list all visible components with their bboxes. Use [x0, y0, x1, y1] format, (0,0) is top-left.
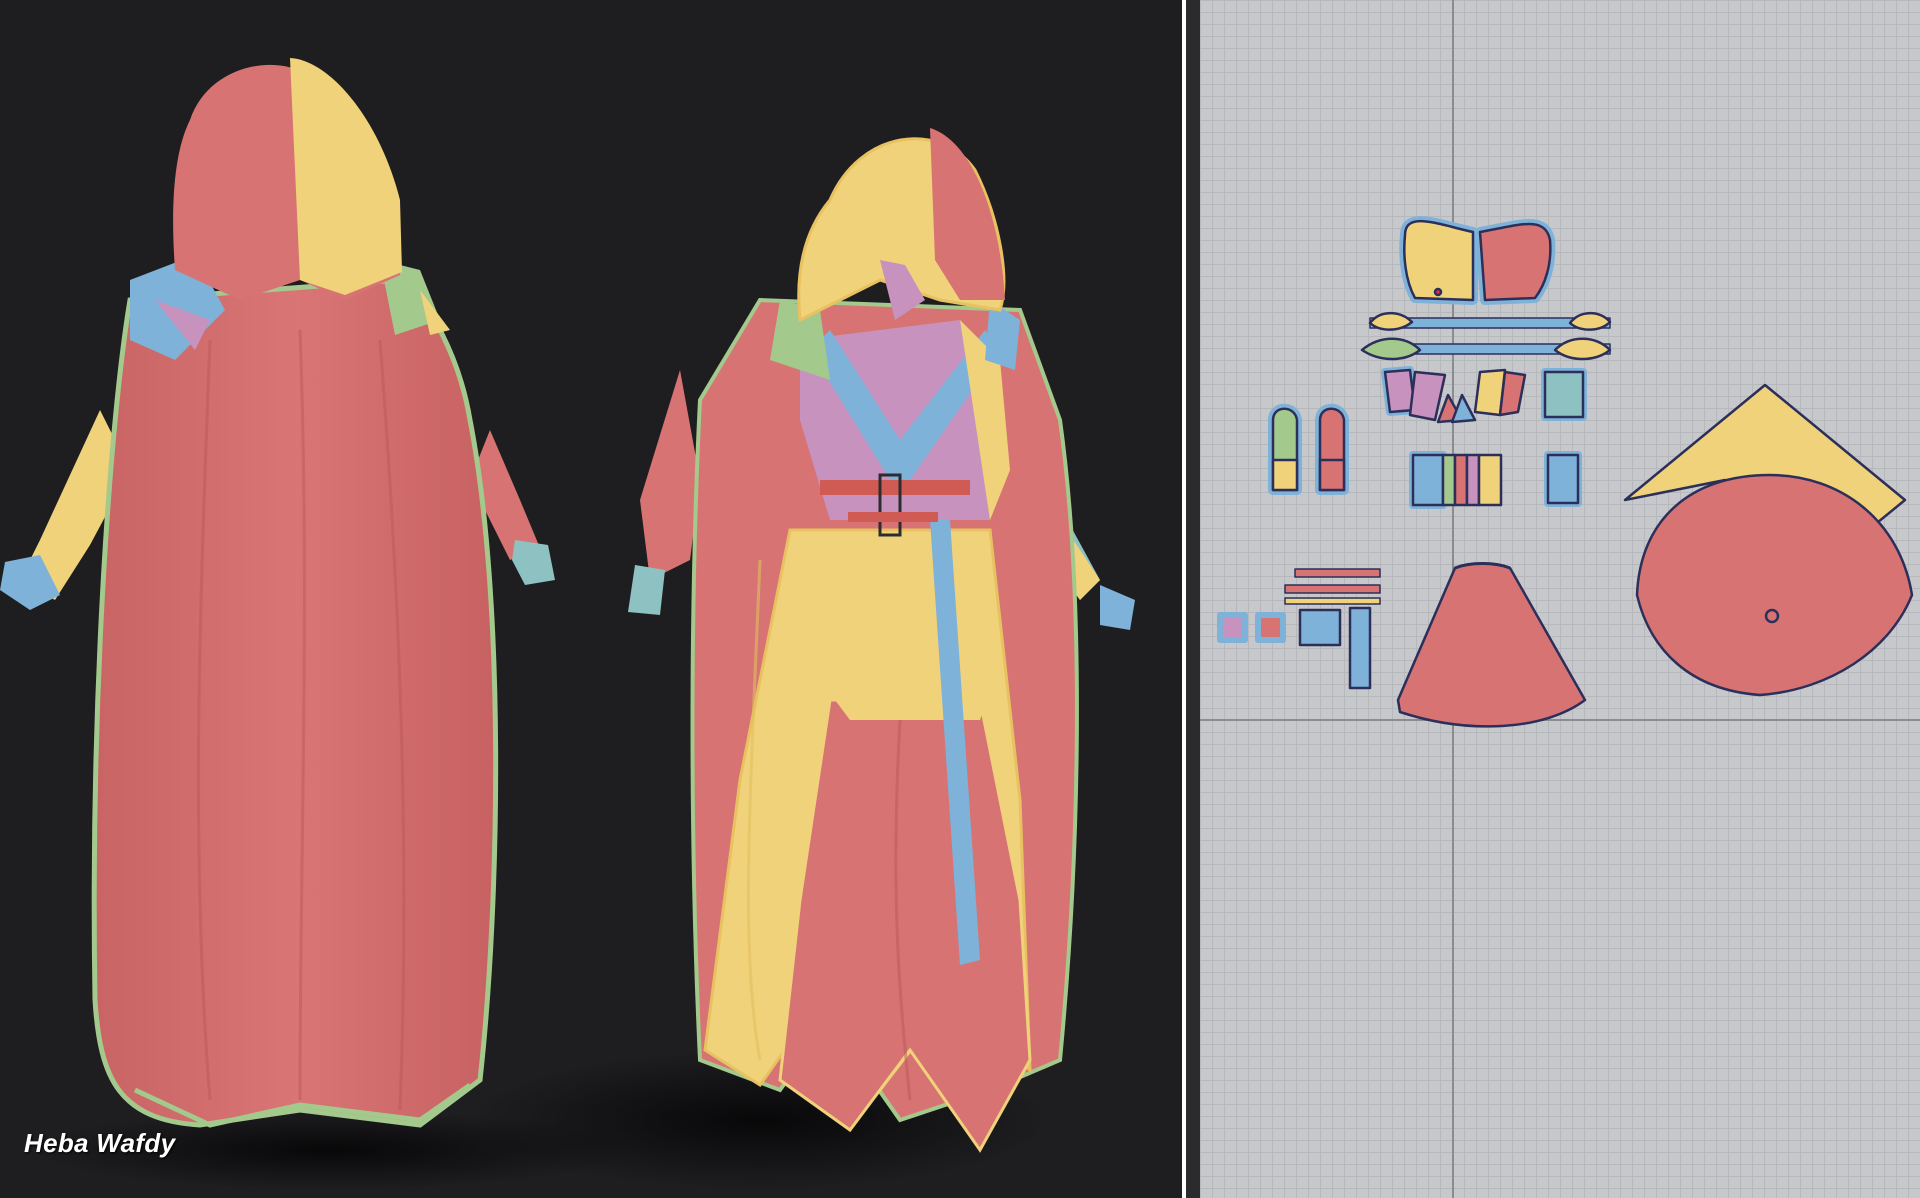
pattern-piece-cape[interactable] — [1623, 383, 1914, 697]
cape-body — [91, 277, 499, 1128]
right-cuff — [1100, 585, 1135, 630]
pattern-piece-sleeves[interactable] — [1268, 403, 1349, 495]
left-cuff — [628, 565, 665, 615]
cloak-back-view[interactable] — [0, 58, 555, 1128]
pattern-canvas — [1200, 0, 1920, 1198]
right-cuff — [512, 540, 555, 585]
pattern-piece-hood[interactable] — [1399, 216, 1556, 305]
2d-pattern-viewport[interactable] — [1200, 0, 1920, 1198]
avatar-scene — [0, 58, 1135, 1190]
hood-panel — [290, 58, 402, 295]
front-panel — [820, 540, 1000, 720]
pattern-piece-collar[interactable] — [1360, 311, 1612, 361]
pattern-piece-skirt[interactable] — [1396, 562, 1587, 728]
divider-line — [1182, 0, 1186, 1198]
belt — [820, 480, 970, 495]
3d-viewport[interactable]: Heba Wafdy — [0, 0, 1182, 1198]
pattern-piece-belt[interactable] — [1217, 568, 1381, 690]
pattern-piece-bodice[interactable] — [1381, 366, 1587, 424]
viewport-divider[interactable] — [1182, 0, 1200, 1198]
left-sleeve — [640, 370, 700, 580]
robe-front-view[interactable] — [628, 128, 1135, 1153]
author-watermark: Heba Wafdy — [24, 1128, 176, 1158]
pattern-piece-waist[interactable] — [1409, 451, 1582, 509]
